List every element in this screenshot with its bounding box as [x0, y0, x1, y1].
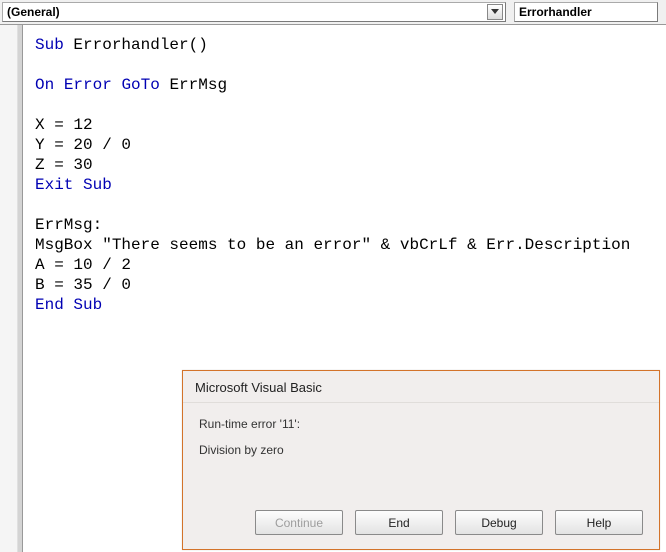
help-button[interactable]: Help [555, 510, 643, 535]
keyword: Exit [35, 176, 73, 194]
code-text: Z = 30 [35, 156, 93, 174]
keyword: End [35, 296, 64, 314]
error-dialog: Microsoft Visual Basic Run-time error '1… [182, 370, 660, 550]
keyword: On [35, 76, 54, 94]
dialog-button-row: Continue End Debug Help [255, 510, 643, 535]
code-text [64, 296, 74, 314]
procedure-dropdown[interactable]: Errorhandler [514, 2, 658, 22]
code-text: ErrMsg: [35, 216, 102, 234]
debug-button[interactable]: Debug [455, 510, 543, 535]
code-text [54, 76, 64, 94]
code-text [112, 76, 122, 94]
procedure-dropdown-label: Errorhandler [519, 5, 592, 19]
keyword: Sub [35, 36, 64, 54]
code-text [73, 176, 83, 194]
object-dropdown-label: (General) [7, 5, 60, 19]
dialog-body: Run-time error '11': Division by zero [183, 403, 659, 483]
code-text: B = 35 / 0 [35, 276, 131, 294]
keyword: Sub [73, 296, 102, 314]
continue-button: Continue [255, 510, 343, 535]
keyword: GoTo [121, 76, 159, 94]
object-dropdown[interactable]: (General) [2, 2, 506, 22]
code-text: X = 12 [35, 116, 93, 134]
keyword: Error [64, 76, 112, 94]
error-code-text: Run-time error '11': [199, 417, 643, 431]
code-text: MsgBox "There seems to be an error" & vb… [35, 236, 630, 254]
code-text: ErrMsg [160, 76, 227, 94]
code-text: Errorhandler() [64, 36, 208, 54]
indicator-margin [0, 25, 18, 552]
keyword: Sub [83, 176, 112, 194]
dialog-title: Microsoft Visual Basic [183, 371, 659, 403]
error-description-text: Division by zero [199, 443, 643, 457]
code-text: A = 10 / 2 [35, 256, 131, 274]
end-button[interactable]: End [355, 510, 443, 535]
dropdown-button-icon[interactable] [487, 4, 503, 20]
code-text: Y = 20 / 0 [35, 136, 131, 154]
toolbar: (General) Errorhandler [0, 0, 666, 25]
